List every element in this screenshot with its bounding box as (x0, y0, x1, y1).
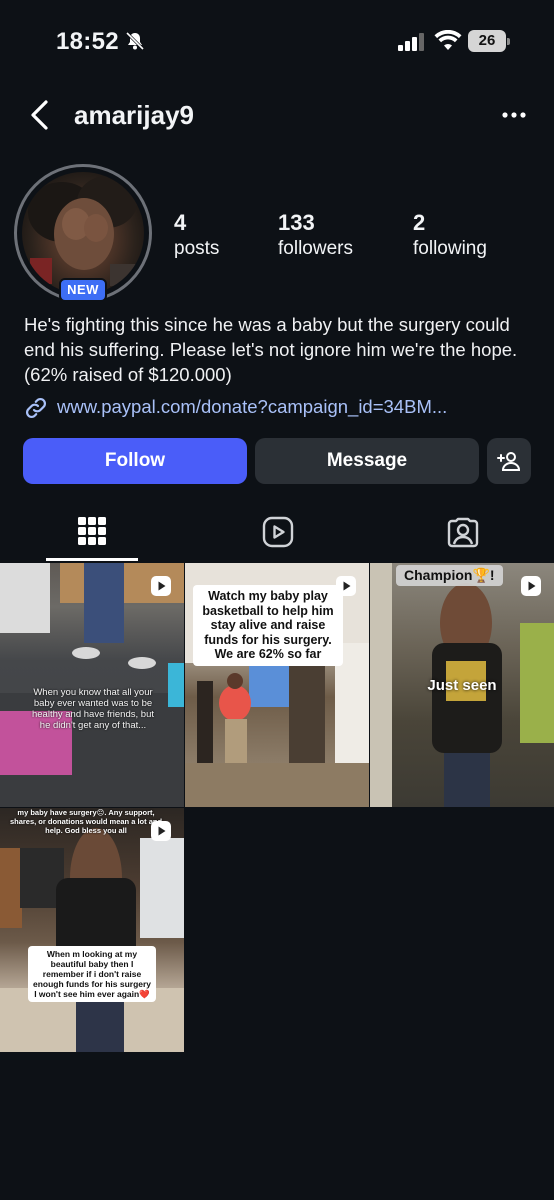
grid-icon (78, 517, 106, 545)
top-nav: amarijay9 (0, 90, 554, 140)
post-thumbnail[interactable]: my baby have surgery😔. Any support, shar… (0, 808, 184, 1052)
post-caption: When m looking at my beautiful baby then… (28, 946, 156, 1002)
stat-value: 4 (174, 210, 187, 235)
reel-indicator-icon (150, 575, 172, 597)
battery-level: 26 (468, 30, 506, 52)
status-time: 18:52 (56, 28, 119, 55)
tab-grid[interactable] (0, 506, 184, 562)
stat-following[interactable]: 2 following (413, 210, 487, 260)
stat-label: followers (278, 238, 353, 259)
stat-value: 133 (278, 210, 315, 235)
tagged-icon (447, 517, 479, 548)
message-button[interactable]: Message (255, 438, 479, 484)
post-top-label: Champion🏆! (396, 565, 503, 586)
stat-value: 2 (413, 210, 426, 235)
profile-tabs (0, 506, 554, 562)
stat-label: following (413, 238, 487, 259)
link-chain-icon (24, 396, 48, 420)
cell-signal-icon (398, 33, 426, 51)
post-thumbnail[interactable]: Champion🏆! Just seen (370, 563, 554, 807)
stat-followers[interactable]: 133 followers (278, 210, 353, 260)
add-person-icon (497, 452, 521, 471)
battery-icon: 26 (468, 30, 510, 52)
reel-indicator-icon (150, 820, 172, 842)
more-options-icon[interactable] (500, 102, 528, 128)
post-thumbnail[interactable]: Watch my baby play basketball to help hi… (185, 563, 369, 807)
profile-username: amarijay9 (74, 100, 194, 130)
status-bar: 18:52 26 (0, 0, 554, 84)
follow-button[interactable]: Follow (23, 438, 247, 484)
wifi-icon (434, 29, 462, 52)
post-caption: When you know that all your baby ever wa… (31, 687, 154, 731)
post-thumbnail[interactable]: When you know that all your baby ever wa… (0, 563, 184, 807)
profile-link-text[interactable]: www.paypal.com/donate?campaign_id=34BM..… (57, 396, 447, 418)
post-top-caption: my baby have surgery😔. Any support, shar… (9, 808, 163, 835)
avatar-image (22, 172, 144, 294)
back-chevron-icon[interactable] (26, 98, 54, 132)
tab-tagged[interactable] (370, 506, 554, 562)
reel-indicator-icon (520, 575, 542, 597)
bell-muted-icon (124, 30, 146, 52)
post-caption: Watch my baby play basketball to help hi… (193, 585, 343, 666)
reels-icon (262, 516, 294, 548)
profile-avatar[interactable]: NEW (14, 164, 152, 302)
profile-link[interactable]: www.paypal.com/donate?campaign_id=34BM..… (24, 394, 534, 422)
post-caption: Just seen (427, 677, 497, 694)
tab-reels[interactable] (185, 506, 369, 562)
new-badge: NEW (59, 278, 107, 302)
stat-label: posts (174, 238, 220, 259)
stat-posts[interactable]: 4 posts (174, 210, 219, 260)
profile-bio: He's fighting this since he was a baby b… (24, 314, 518, 385)
active-tab-indicator (46, 558, 138, 561)
suggested-users-button[interactable] (487, 438, 531, 484)
